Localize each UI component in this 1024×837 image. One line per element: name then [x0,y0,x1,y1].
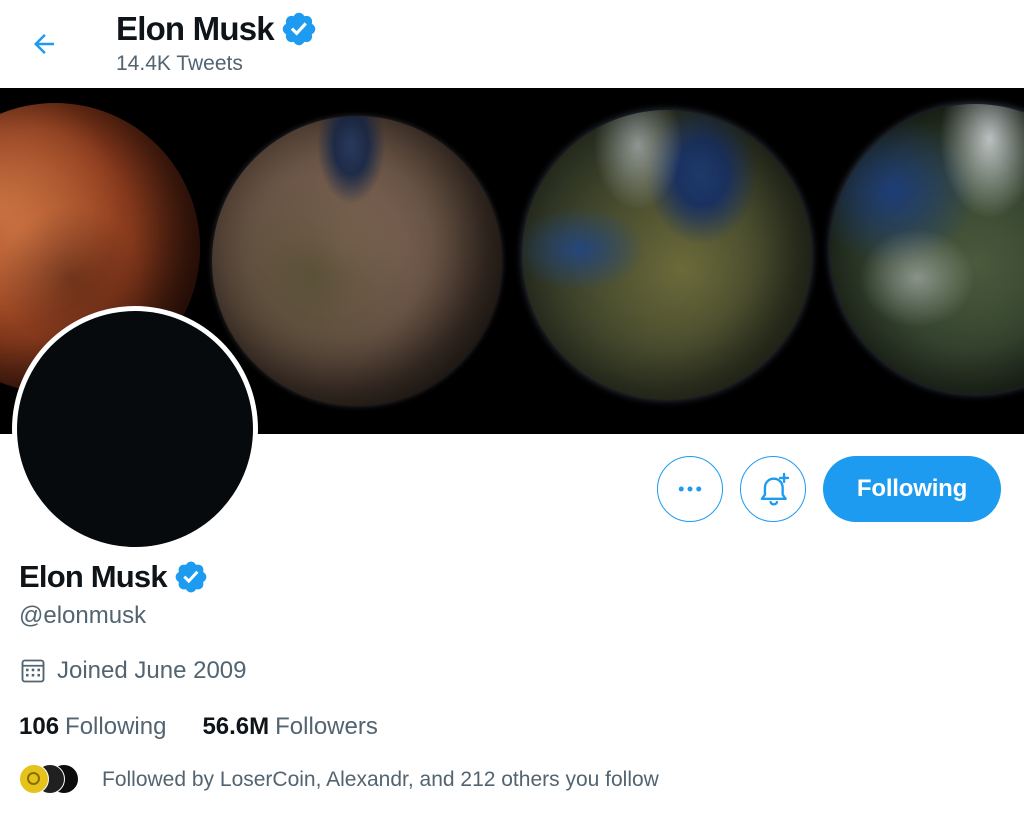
followed-by-link[interactable]: Followed by LoserCoin, Alexandr, and 212… [19,763,659,797]
planet-stage-3-image [522,110,812,400]
followers-count: 56.6M [202,713,270,740]
joined-date: Joined June 2009 [19,656,247,686]
verified-badge-icon [173,559,209,595]
arrow-left-icon [29,29,59,59]
profile-avatar[interactable] [12,306,258,552]
more-horizontal-icon [675,474,705,504]
follow-stats: 106 Following 56.6M Followers [19,712,378,742]
followers-label: Followers [275,713,378,740]
profile-handle: @elonmusk [19,602,147,629]
bell-plus-icon [754,470,792,508]
verified-badge-icon [280,10,318,48]
planet-stage-2-image [212,116,502,406]
notifications-button[interactable] [740,456,806,522]
following-button[interactable]: Following [823,456,1001,522]
joined-text: Joined June 2009 [57,657,247,684]
tweet-count: 14.4K Tweets [116,52,243,75]
profile-header: Elon Musk 14.4K Tweets [0,0,1024,88]
planet-stage-4-image [830,104,1024,394]
following-count: 106 [19,713,60,740]
followed-by-text: Followed by LoserCoin, Alexandr, and 212… [102,768,659,791]
header-title: Elon Musk [116,10,275,47]
calendar-icon [19,657,47,685]
header-name-row: Elon Musk [116,8,318,50]
following-label: Following [65,713,167,740]
following-count-link[interactable]: 106 Following [19,713,166,741]
followers-count-link[interactable]: 56.6M Followers [202,713,377,741]
back-button[interactable] [22,22,66,66]
profile-name-row: Elon Musk [19,556,209,598]
avatar-image [17,311,253,547]
more-button[interactable] [657,456,723,522]
mutual-avatars [19,763,81,797]
mutual-avatar [19,764,49,794]
profile-display-name: Elon Musk [19,559,168,594]
